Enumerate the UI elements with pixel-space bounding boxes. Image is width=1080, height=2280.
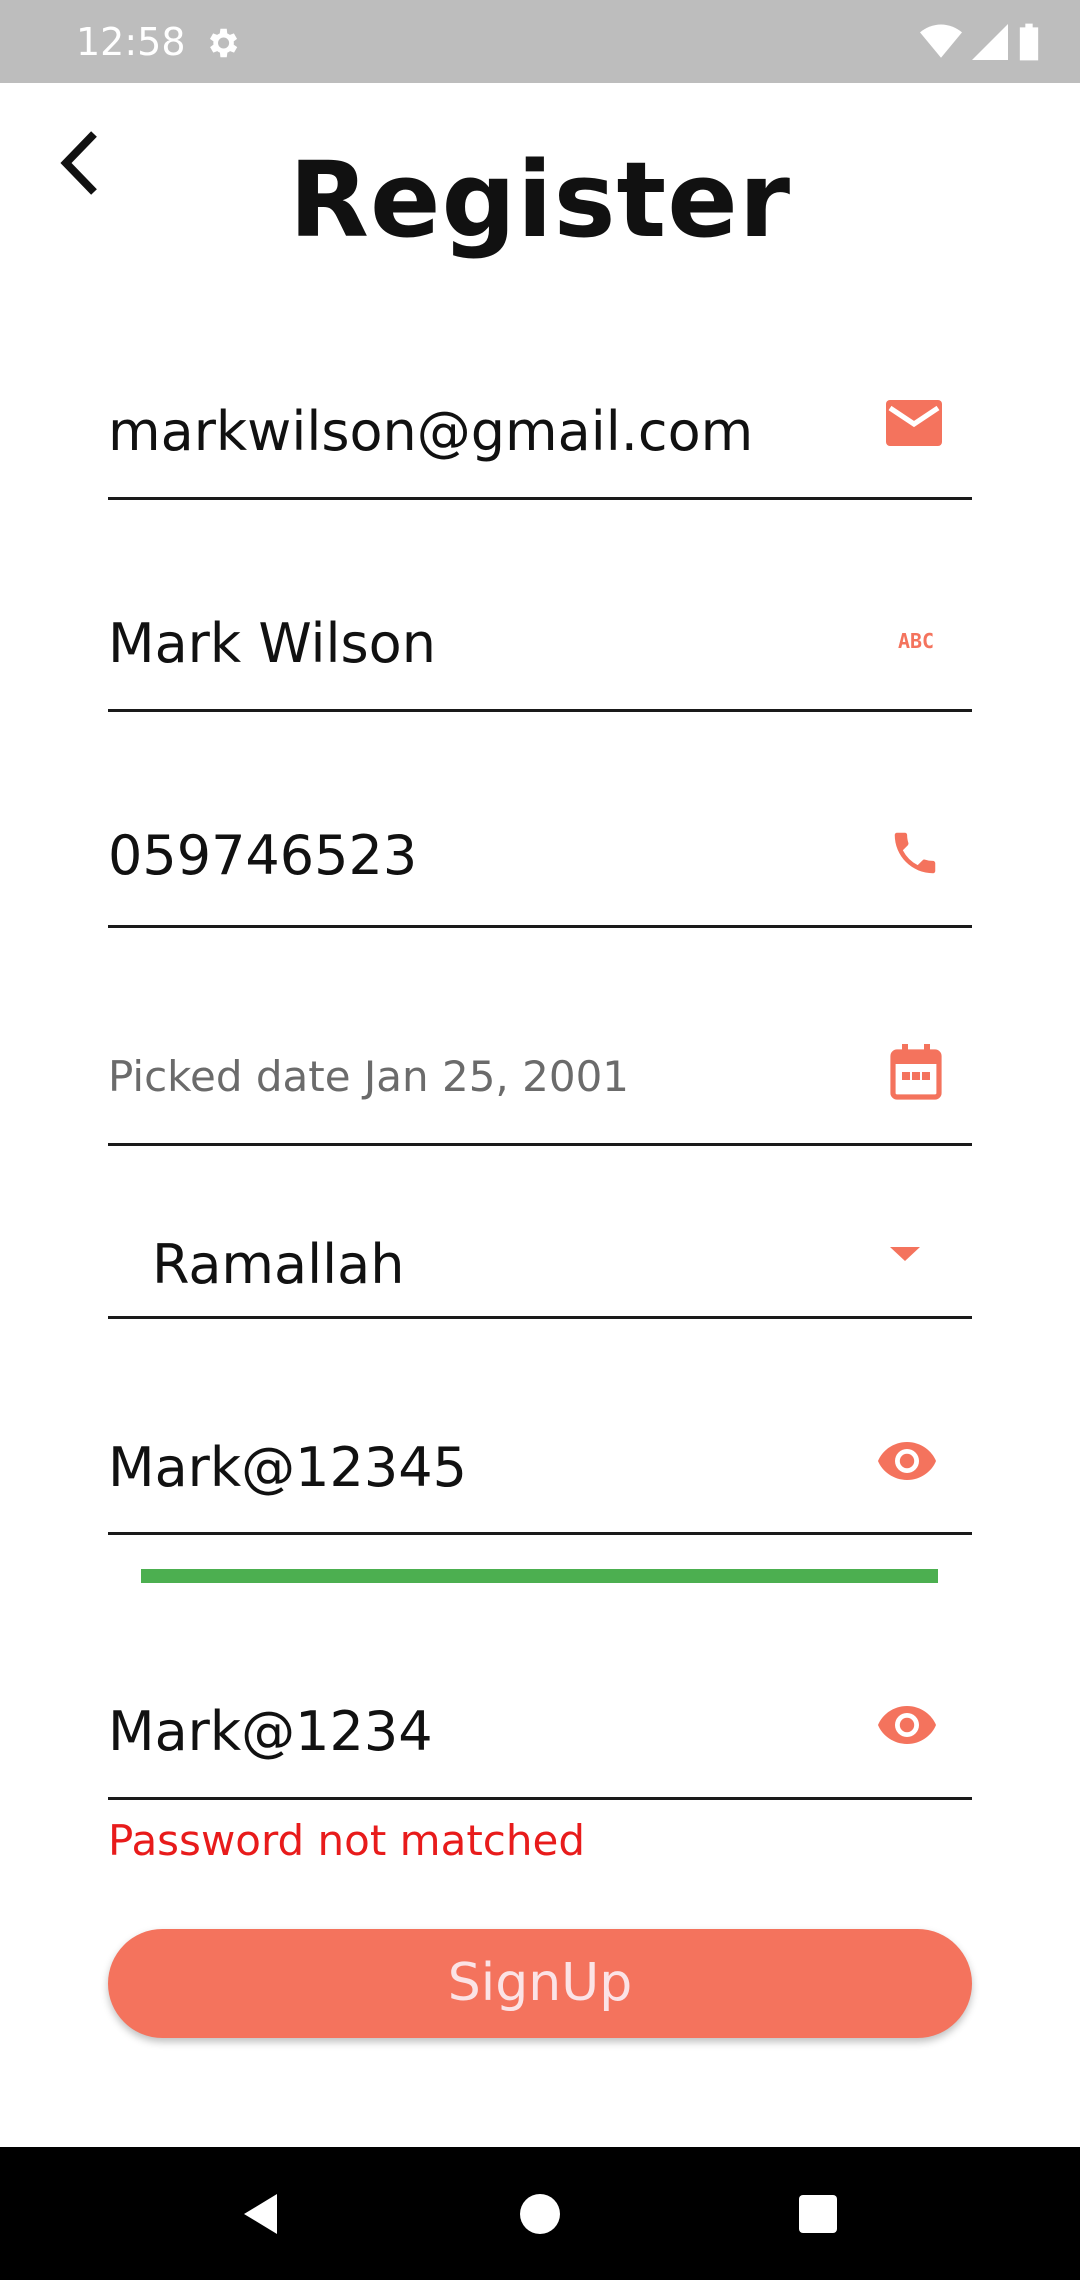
- calendar-icon: [890, 1044, 942, 1100]
- name-field[interactable]: Mark Wilson ABC: [108, 580, 972, 712]
- phone-field[interactable]: 059746523: [108, 790, 972, 928]
- wifi-icon: [920, 24, 962, 58]
- eye-icon[interactable]: [876, 1440, 938, 1482]
- confirm-password-value: Mark@1234: [108, 1700, 433, 1763]
- city-value: Ramallah: [152, 1233, 405, 1296]
- home-circle-icon[interactable]: [510, 2184, 570, 2244]
- date-value: Picked date Jan 25, 2001: [108, 1052, 630, 1101]
- confirm-password-field[interactable]: Mark@1234: [108, 1668, 972, 1800]
- signup-button[interactable]: SignUp: [108, 1929, 972, 2038]
- eye-icon[interactable]: [876, 1704, 938, 1746]
- dropdown-arrow-icon: [890, 1247, 920, 1261]
- password-error-text: Password not matched: [108, 1816, 585, 1865]
- phone-value: 059746523: [108, 824, 418, 887]
- status-icons: [920, 22, 1040, 62]
- name-value: Mark Wilson: [108, 612, 436, 675]
- email-field[interactable]: markwilson@gmail.com: [108, 370, 972, 500]
- back-triangle-icon[interactable]: [232, 2184, 292, 2244]
- abc-icon: ABC: [898, 629, 934, 652]
- status-time: 12:58: [76, 20, 186, 64]
- email-value: markwilson@gmail.com: [108, 400, 754, 463]
- page-title: Register: [288, 139, 792, 261]
- signal-icon: [972, 24, 1008, 60]
- system-nav-bar: [0, 2147, 1080, 2280]
- city-dropdown[interactable]: Ramallah: [108, 1215, 972, 1319]
- date-field[interactable]: Picked date Jan 25, 2001: [108, 1010, 972, 1146]
- password-strength-bar: [141, 1569, 938, 1583]
- phone-icon: [894, 832, 936, 874]
- abc-icon-text: ABC: [898, 629, 934, 652]
- mail-icon: [886, 400, 942, 446]
- status-bar: 12:58: [0, 0, 1080, 83]
- register-screen: 12:58 Register markwilson@gmail.com Mark…: [0, 0, 1080, 2280]
- gear-icon: [209, 28, 238, 58]
- recents-square-icon[interactable]: [788, 2184, 848, 2244]
- battery-icon: [1019, 23, 1039, 61]
- password-field[interactable]: Mark@12345: [108, 1402, 972, 1535]
- password-value: Mark@12345: [108, 1436, 467, 1499]
